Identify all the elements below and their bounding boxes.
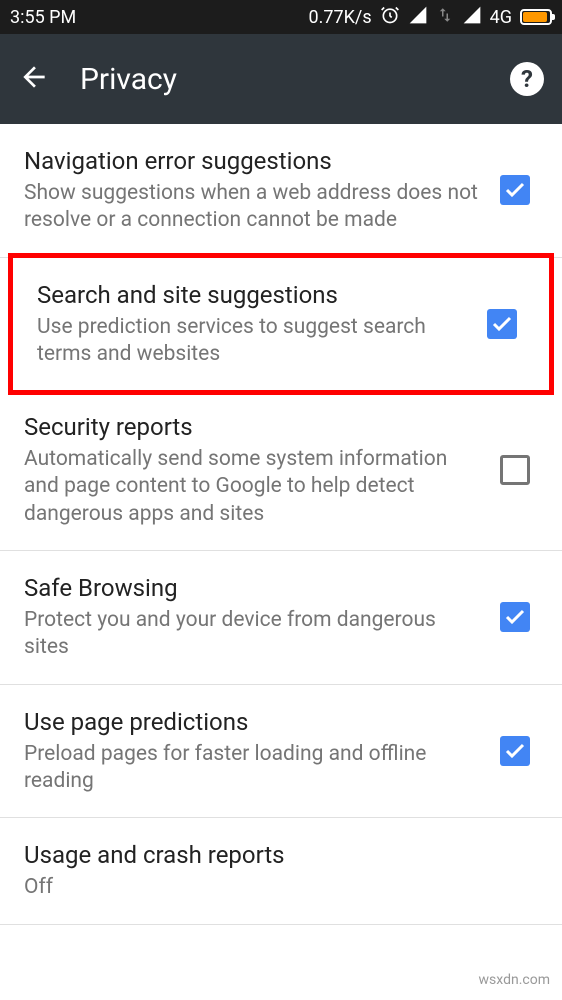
- alarm-icon: [380, 5, 400, 30]
- setting-item[interactable]: Usage and crash reports Off: [0, 818, 562, 924]
- battery-icon: [520, 9, 552, 25]
- setting-text: Security reports Automatically send some …: [24, 412, 484, 528]
- setting-title: Usage and crash reports: [24, 840, 538, 870]
- setting-text: Use page predictions Preload pages for fa…: [24, 707, 484, 796]
- setting-item[interactable]: Security reports Automatically send some …: [0, 390, 562, 551]
- setting-desc: Off: [24, 874, 538, 901]
- status-time: 3:55 PM: [10, 7, 76, 28]
- checkbox[interactable]: [500, 602, 530, 632]
- data-arrows-icon: [436, 6, 454, 29]
- settings-list: Navigation error suggestions Show suggest…: [0, 124, 562, 925]
- checkbox[interactable]: [500, 736, 530, 766]
- setting-desc: Show suggestions when a web address does…: [24, 180, 484, 235]
- setting-title: Navigation error suggestions: [24, 146, 484, 176]
- signal-icon-2: [462, 5, 482, 30]
- setting-item[interactable]: Use page predictions Preload pages for fa…: [0, 685, 562, 819]
- setting-item[interactable]: Safe Browsing Protect you and your device…: [0, 551, 562, 685]
- back-arrow-icon[interactable]: [18, 61, 50, 97]
- setting-title: Safe Browsing: [24, 573, 484, 603]
- setting-title: Use page predictions: [24, 707, 484, 737]
- data-speed: 0.77K/s: [309, 7, 372, 28]
- setting-text: Safe Browsing Protect you and your device…: [24, 573, 484, 662]
- checkbox[interactable]: [500, 175, 530, 205]
- setting-title: Search and site suggestions: [37, 280, 471, 310]
- setting-text: Usage and crash reports Off: [24, 840, 538, 901]
- setting-item[interactable]: Navigation error suggestions Show suggest…: [0, 124, 562, 258]
- network-label: 4G: [490, 7, 512, 28]
- setting-text: Navigation error suggestions Show suggest…: [24, 146, 484, 235]
- page-title: Privacy: [80, 62, 177, 97]
- app-bar: Privacy ?: [0, 34, 562, 124]
- signal-icon: [408, 5, 428, 30]
- status-bar: 3:55 PM 0.77K/s 4G: [0, 0, 562, 34]
- checkbox[interactable]: [500, 455, 530, 485]
- setting-text: Search and site suggestions Use predictio…: [37, 280, 471, 369]
- watermark: wsxdn.com: [479, 972, 550, 988]
- checkbox[interactable]: [487, 309, 517, 339]
- setting-desc: Protect you and your device from dangero…: [24, 607, 484, 662]
- setting-title: Security reports: [24, 412, 484, 442]
- setting-desc: Automatically send some system informati…: [24, 446, 484, 528]
- setting-item[interactable]: Search and site suggestions Use predictio…: [8, 253, 554, 396]
- status-right: 0.77K/s 4G: [309, 5, 553, 30]
- setting-desc: Use prediction services to suggest searc…: [37, 314, 471, 369]
- setting-desc: Preload pages for faster loading and off…: [24, 741, 484, 796]
- help-icon[interactable]: ?: [510, 62, 544, 96]
